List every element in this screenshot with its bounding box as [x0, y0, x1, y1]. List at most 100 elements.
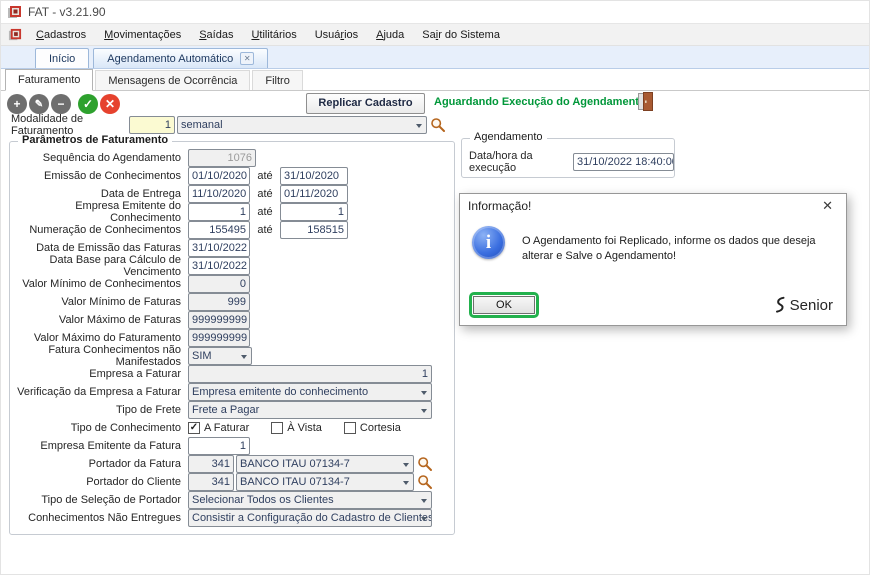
edit-button[interactable]: ✎ — [29, 94, 49, 114]
tab-close-icon[interactable]: ✕ — [240, 52, 254, 65]
magnifier-icon — [417, 474, 433, 490]
title-bar: FAT - v3.21.90 — [1, 1, 869, 23]
portador-cliente-code-field[interactable]: 341 — [188, 473, 234, 491]
check-icon: ✓ — [83, 97, 93, 111]
portador-fatura-combo[interactable]: BANCO ITAU 07134-7 — [236, 455, 414, 473]
row-empresa-emitente-conhecimento: Empresa Emitente do Conhecimento 1 até 1 — [10, 203, 454, 221]
menu-ajuda[interactable]: Ajuda — [368, 26, 412, 44]
tipo-selecao-portador-combo[interactable]: Selecionar Todos os Clientes — [188, 491, 432, 509]
emissao-from-field[interactable]: 01/10/2020 — [188, 167, 250, 185]
row-numeracao-conhecimentos: Numeração de Conhecimentos 155495 até 15… — [10, 221, 454, 239]
row-conhecimentos-nao-entregues: Conhecimentos Não Entregues Consistir a … — [10, 509, 454, 527]
agendamento-group-title: Agendamento — [470, 131, 547, 143]
data-base-field[interactable]: 31/10/2022 — [188, 257, 250, 275]
checkbox-icon: ✓ — [344, 422, 356, 434]
senior-s-icon — [773, 296, 786, 314]
status-text: Aguardando Execução do Agendamento — [434, 96, 646, 108]
chevron-down-icon — [241, 355, 247, 359]
dialog-close-icon[interactable]: ✕ — [818, 198, 837, 214]
menu-movimentacoes[interactable]: Movimentações — [96, 26, 189, 44]
checkbox-cortesia[interactable]: ✓ Cortesia — [344, 422, 401, 434]
tipo-frete-combo[interactable]: Frete a Pagar — [188, 401, 432, 419]
chevron-down-icon — [403, 481, 409, 485]
ok-highlight: OK — [469, 292, 539, 318]
valor-max-faturas-field: 999999999 — [188, 311, 250, 329]
row-tipo-selecao-portador: Tipo de Seleção de Portador Selecionar T… — [10, 491, 454, 509]
empresa-faturar-field: 1 — [188, 365, 432, 383]
menu-sair-do-sistema[interactable]: Sair do Sistema — [414, 26, 508, 44]
door-icon — [637, 91, 654, 112]
parametros-group: Parâmetros de Faturamento Sequência do A… — [9, 141, 455, 535]
chevron-down-icon — [421, 499, 427, 503]
empresa-emitente-from-field[interactable]: 1 — [188, 203, 250, 221]
fatura-nao-manifestados-combo[interactable]: SIM — [188, 347, 252, 365]
pencil-icon: ✎ — [35, 99, 43, 110]
row-data-base: Data Base para Cálculo de Vencimento 31/… — [10, 257, 454, 275]
checkbox-icon: ✓ — [271, 422, 283, 434]
checkbox-a-faturar[interactable]: ✓ A Faturar — [188, 422, 249, 434]
mdi-child-icon — [8, 28, 22, 42]
row-tipo-conhecimento: Tipo de Conhecimento ✓ A Faturar ✓ À Vis… — [10, 419, 454, 437]
modalidade-combo[interactable]: semanal — [177, 116, 427, 134]
numeracao-to-field[interactable]: 158515 — [280, 221, 348, 239]
entrega-to-field[interactable]: 01/11/2020 — [280, 185, 348, 203]
empresa-emitente-fatura-field[interactable]: 1 — [188, 437, 250, 455]
app-icon — [7, 5, 22, 20]
modalidade-search-button[interactable] — [430, 117, 446, 133]
tab-faturamento[interactable]: Faturamento — [5, 69, 93, 91]
data-emissao-faturas-field[interactable]: 31/10/2022 — [188, 239, 250, 257]
empresa-emitente-to-field[interactable]: 1 — [280, 203, 348, 221]
magnifier-icon — [417, 456, 433, 472]
menu-usuarios[interactable]: Usuários — [307, 26, 366, 44]
informacao-dialog: Informação! ✕ i O Agendamento foi Replic… — [459, 193, 847, 326]
add-button[interactable]: + — [7, 94, 27, 114]
numeracao-from-field[interactable]: 155495 — [188, 221, 250, 239]
valor-min-conhecimentos-field: 0 — [188, 275, 250, 293]
parametros-group-title: Parâmetros de Faturamento — [18, 134, 172, 146]
row-sequencia: Sequência do Agendamento 1076 — [10, 149, 454, 167]
exit-door-button[interactable] — [637, 91, 654, 115]
portador-fatura-code-field[interactable]: 341 — [188, 455, 234, 473]
document-tab-strip: Início Agendamento Automático ✕ — [1, 46, 869, 69]
row-empresa-emitente-fatura: Empresa Emitente da Fatura 1 — [10, 437, 454, 455]
dialog-message: O Agendamento foi Replicado, informe os … — [522, 234, 826, 264]
cancel-button[interactable]: ✕ — [100, 94, 120, 114]
delete-button[interactable]: − — [51, 94, 71, 114]
tab-inicio[interactable]: Início — [35, 48, 89, 68]
tab-agendamento-automatico[interactable]: Agendamento Automático ✕ — [93, 48, 268, 68]
tab-filtro[interactable]: Filtro — [252, 70, 302, 90]
menu-utilitarios[interactable]: Utilitários — [243, 26, 304, 44]
emissao-to-field[interactable]: 31/10/2020 — [280, 167, 348, 185]
data-hora-execucao-field[interactable]: 31/10/2022 18:40:00 — [573, 153, 674, 171]
menu-saidas[interactable]: Saídas — [191, 26, 241, 44]
menu-cadastros[interactable]: Cadastros — [28, 26, 94, 44]
row-data-hora-execucao: Data/hora da execução 31/10/2022 18:40:0… — [462, 139, 674, 177]
checkbox-a-vista[interactable]: ✓ À Vista — [271, 422, 322, 434]
x-icon: ✕ — [105, 97, 115, 111]
window-title: FAT - v3.21.90 — [28, 5, 106, 19]
row-tipo-frete: Tipo de Frete Frete a Pagar — [10, 401, 454, 419]
row-empresa-faturar: Empresa a Faturar 1 — [10, 365, 454, 383]
minus-icon: − — [57, 97, 64, 111]
portador-fatura-search-button[interactable] — [417, 456, 433, 472]
row-portador-cliente: Portador do Cliente 341 BANCO ITAU 07134… — [10, 473, 454, 491]
portador-cliente-search-button[interactable] — [417, 474, 433, 490]
chevron-down-icon — [421, 517, 427, 521]
portador-cliente-combo[interactable]: BANCO ITAU 07134-7 — [236, 473, 414, 491]
ok-button[interactable]: OK — [473, 296, 535, 314]
confirm-button[interactable]: ✓ — [78, 94, 98, 114]
row-verificacao-empresa: Verificação da Empresa a Faturar Empresa… — [10, 383, 454, 401]
row-valor-min-faturas: Valor Mínimo de Faturas 999 — [10, 293, 454, 311]
chevron-down-icon — [416, 124, 422, 128]
verificacao-empresa-combo[interactable]: Empresa emitente do conhecimento — [188, 383, 432, 401]
row-emissao-conhecimentos: Emissão de Conhecimentos 01/10/2020 até … — [10, 167, 454, 185]
row-portador-fatura: Portador da Fatura 341 BANCO ITAU 07134-… — [10, 455, 454, 473]
replicar-cadastro-button[interactable]: Replicar Cadastro — [306, 93, 425, 114]
agendamento-group: Agendamento Data/hora da execução 31/10/… — [461, 138, 675, 178]
valor-min-faturas-field: 999 — [188, 293, 250, 311]
entrega-from-field[interactable]: 11/10/2020 — [188, 185, 250, 203]
sub-tab-strip: Faturamento Mensagens de Ocorrência Filt… — [1, 69, 869, 91]
conhecimentos-nao-entregues-combo[interactable]: Consistir a Configuração do Cadastro de … — [188, 509, 432, 527]
modalidade-code-field[interactable]: 1 — [129, 116, 175, 134]
tab-mensagens-de-ocorrencia[interactable]: Mensagens de Ocorrência — [95, 70, 250, 90]
